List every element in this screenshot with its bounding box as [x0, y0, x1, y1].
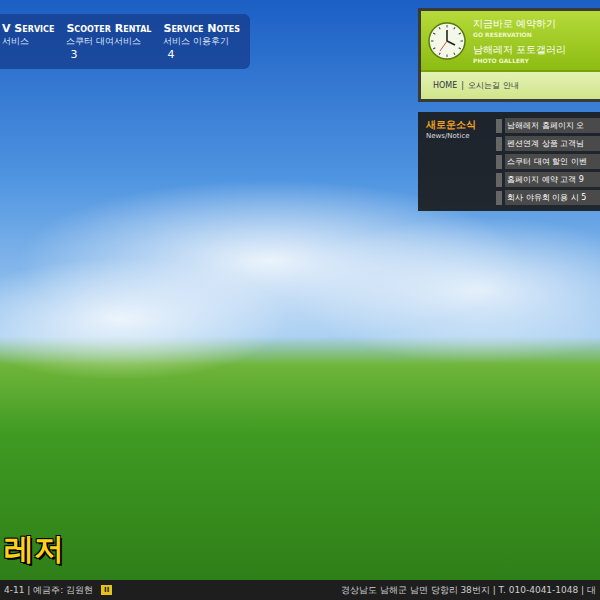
quick-link[interactable]: 남해레저 포토갤러리PHOTO GALLERY — [473, 43, 566, 64]
bullet-icon — [496, 137, 502, 151]
hero: V Service서비스 Scooter Rental스쿠터 대여서비스3 Serv… — [0, 0, 600, 580]
bullet-icon — [496, 155, 502, 169]
quick-link[interactable]: 지금바로 예약하기GO RESERVATION — [473, 17, 566, 38]
breadcrumb-separator: | — [461, 81, 464, 90]
side-panels: 지금바로 예약하기GO RESERVATION 남해레저 포토갤러리PHOTO G… — [418, 8, 600, 211]
nav-title: V Service — [2, 22, 54, 35]
bullet-icon — [496, 119, 502, 133]
quick-link-subtitle: PHOTO GALLERY — [473, 57, 566, 64]
news-item[interactable]: 홈페이지 예약 고객 9 — [496, 172, 600, 187]
news-subtitle: News/Notice — [426, 132, 492, 140]
quick-link-title: 지금바로 예약하기 — [473, 17, 566, 31]
nav-subtitle: 서비스 이용후기 — [163, 35, 240, 48]
header: V Service서비스 Scooter Rental스쿠터 대여서비스3 Serv… — [0, 0, 600, 211]
nav-subtitle: 서비스 — [2, 35, 54, 48]
nav-item[interactable]: Service Notes서비스 이용후기4 — [163, 22, 240, 61]
news-item-text: 홈페이지 예약 고객 9 — [505, 172, 600, 187]
news-heading: 새로운소식News/Notice — [426, 118, 492, 205]
news-item-text: 회사 야유회 이용 시 5 — [505, 190, 600, 205]
board-links: 지금바로 예약하기GO RESERVATION 남해레저 포토갤러리PHOTO G… — [421, 11, 600, 70]
clock-icon — [427, 21, 467, 61]
footer-account: 4-11 | 예금주: 김원현 — [4, 584, 93, 597]
news-item[interactable]: 스쿠터 대여 할인 이벤 — [496, 154, 600, 169]
news-item[interactable]: 펜션연계 상품 고객님 — [496, 136, 600, 151]
breadcrumb-current: 오시는길 안내 — [468, 80, 519, 91]
breadcrumb: HOME | 오시는길 안내 — [421, 70, 600, 99]
nav-subtitle: 스쿠터 대여서비스 — [66, 35, 151, 48]
news-item-text: 남해레저 홈페이지 오 — [505, 118, 600, 133]
breadcrumb-home[interactable]: HOME — [433, 81, 457, 90]
bullet-icon — [496, 191, 502, 205]
nav-number: 4 — [167, 48, 240, 61]
nav-item[interactable]: Scooter Rental스쿠터 대여서비스3 — [66, 22, 151, 61]
nav-number: 3 — [70, 48, 151, 61]
pause-button[interactable]: II — [101, 585, 112, 595]
news-item-text: 펜션연계 상품 고객님 — [505, 136, 600, 151]
news-item[interactable]: 회사 야유회 이용 시 5 — [496, 190, 600, 205]
logo[interactable]: 레저 — [4, 529, 64, 570]
news-item[interactable]: 남해레저 홈페이지 오 — [496, 118, 600, 133]
quick-link-title: 남해레저 포토갤러리 — [473, 43, 566, 57]
news-panel: 새로운소식News/Notice남해레저 홈페이지 오펜션연계 상품 고객님스쿠… — [418, 112, 600, 211]
nav-title: Service Notes — [163, 22, 240, 35]
nav-item[interactable]: V Service서비스 — [2, 22, 54, 61]
nav-title: Scooter Rental — [66, 22, 151, 35]
main-nav: V Service서비스 Scooter Rental스쿠터 대여서비스3 Serv… — [0, 14, 250, 69]
bullet-icon — [496, 173, 502, 187]
quick-links: 지금바로 예약하기GO RESERVATION 남해레저 포토갤러리PHOTO G… — [473, 17, 566, 64]
news-title: 새로운소식 — [426, 118, 492, 132]
page: V Service서비스 Scooter Rental스쿠터 대여서비스3 Serv… — [0, 0, 600, 600]
footer: 4-11 | 예금주: 김원현 II 경상남도 남해군 남면 당항리 38번지 | … — [0, 580, 600, 600]
news-list: 남해레저 홈페이지 오펜션연계 상품 고객님스쿠터 대여 할인 이벤홈페이지 예… — [496, 118, 600, 205]
footer-address: 경상남도 남해군 남면 당항리 38번지 | T. 010-4041-1048 … — [341, 584, 596, 597]
news-item-text: 스쿠터 대여 할인 이벤 — [505, 154, 600, 169]
quick-link-subtitle: GO RESERVATION — [473, 31, 566, 38]
reservation-board: 지금바로 예약하기GO RESERVATION 남해레저 포토갤러리PHOTO G… — [418, 8, 600, 102]
